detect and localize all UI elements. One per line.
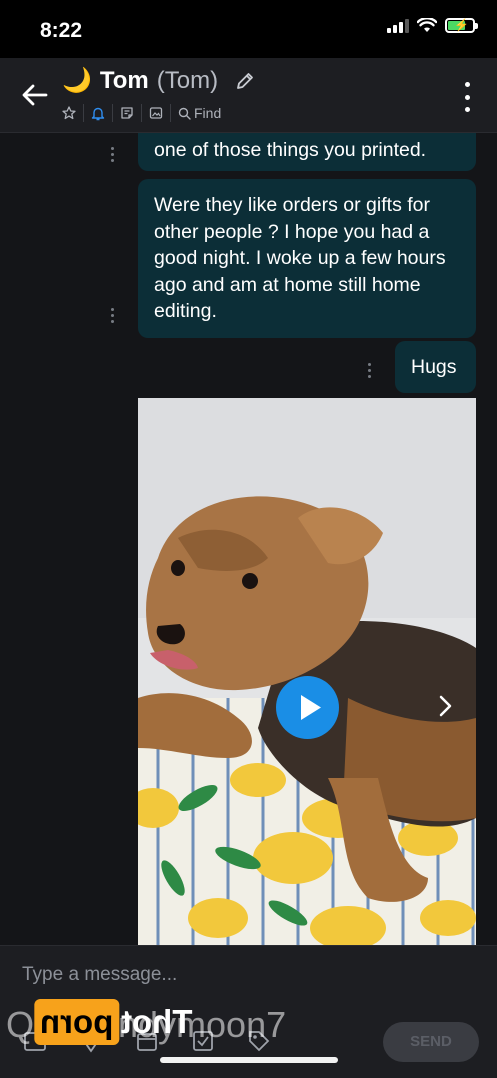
find-button[interactable]: Find xyxy=(170,104,228,122)
contact-title[interactable]: 🌙 Tom (Tom) xyxy=(62,66,256,95)
battery-icon: ⚡ xyxy=(445,18,478,33)
find-label: Find xyxy=(194,105,222,121)
send-button[interactable]: SEND xyxy=(383,1022,479,1062)
notifications-button[interactable] xyxy=(83,104,112,122)
message-text: Were they like orders or gifts for other… xyxy=(154,194,446,322)
contact-name: Tom xyxy=(99,66,149,94)
favorite-button[interactable] xyxy=(62,104,83,122)
star-icon xyxy=(62,106,76,120)
watermark-logo-rest: Thot xyxy=(121,1003,193,1040)
header-actions: Find xyxy=(62,104,228,122)
video-message[interactable] xyxy=(138,398,476,945)
play-icon xyxy=(301,695,321,720)
pencil-icon[interactable] xyxy=(234,70,256,92)
message-options-icon[interactable] xyxy=(366,363,372,378)
media-button[interactable] xyxy=(141,104,170,122)
message-options-icon[interactable] xyxy=(109,308,115,323)
watermark-logo-box: porn xyxy=(34,999,120,1045)
image-icon xyxy=(149,107,163,119)
home-indicator xyxy=(160,1057,338,1063)
play-button[interactable] xyxy=(276,676,339,739)
wifi-icon xyxy=(417,18,437,32)
moon-icon: 🌙 xyxy=(62,67,92,94)
watermark-logo: porn Thot xyxy=(34,998,193,1046)
notes-button[interactable] xyxy=(112,104,141,122)
back-arrow-icon[interactable] xyxy=(18,78,52,112)
note-icon xyxy=(121,107,133,119)
bell-icon xyxy=(91,107,105,120)
contact-alias: (Tom) xyxy=(156,66,219,94)
status-icons: ⚡ xyxy=(387,18,478,33)
message-bubble[interactable]: Hugs xyxy=(395,341,476,393)
message-bubble[interactable]: Were they like orders or gifts for other… xyxy=(138,179,476,338)
search-icon xyxy=(178,107,191,120)
signal-icon xyxy=(387,18,409,33)
message-input[interactable]: Type a message... xyxy=(22,964,177,986)
chat-header: 🌙 Tom (Tom) Find xyxy=(0,58,497,133)
chevron-right-icon[interactable] xyxy=(438,694,454,718)
message-text: Hugs xyxy=(411,356,457,378)
dog-photo xyxy=(138,398,476,945)
more-vert-icon[interactable] xyxy=(457,82,477,112)
message-text: one of those things you printed. xyxy=(154,139,427,161)
status-time: 8:22 xyxy=(40,19,83,42)
message-list[interactable]: one of those things you printed. Were th… xyxy=(0,133,497,945)
message-options-icon[interactable] xyxy=(109,147,115,162)
status-bar: 8:22 ⚡ xyxy=(0,0,497,58)
message-bubble[interactable]: one of those things you printed. xyxy=(138,133,476,171)
